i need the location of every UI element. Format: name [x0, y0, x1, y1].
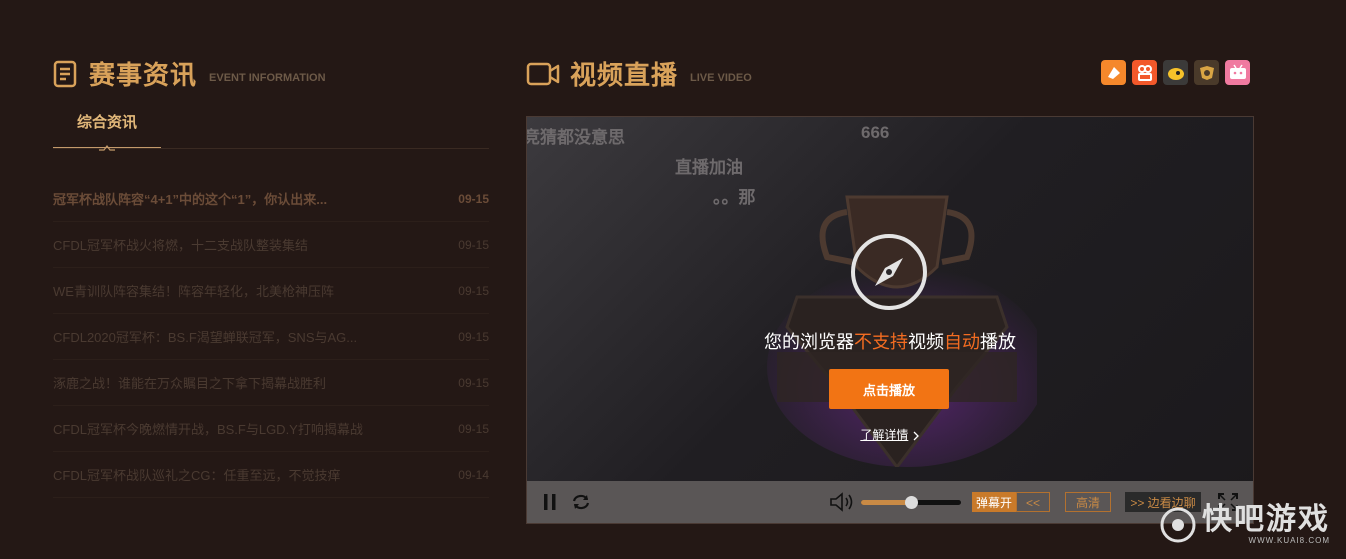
news-item-date: 09-15 — [458, 237, 489, 252]
notice-highlight: 不支持 — [854, 332, 908, 352]
news-item-title[interactable]: WE青训队阵容集结！阵容年轻化，北美枪神压阵 — [53, 281, 334, 300]
video-title: 视频直播 — [570, 60, 679, 90]
autoplay-notice: 您的浏览器不支持视频自动播放 — [527, 328, 1253, 354]
news-item-title[interactable]: 冠军杯战队阵容“4+1”中的这个“1”，你认出来... — [53, 189, 327, 208]
news-item[interactable]: 冠军杯战队阵容“4+1”中的这个“1”，你认出来... 09-15 — [53, 176, 489, 222]
notice-text: 您的浏览器 — [764, 332, 854, 352]
quality-button[interactable]: 高清 — [1065, 492, 1111, 512]
news-list: 冠军杯战队阵容“4+1”中的这个“1”，你认出来... 09-15 CFDL冠军… — [53, 176, 489, 498]
bilibili-icon[interactable] — [1225, 60, 1250, 85]
volume-slider-knob[interactable] — [905, 496, 918, 509]
news-item[interactable]: CFDL2020冠军杯：BS.F渴望蝉联冠军，SNS与AG... 09-15 — [53, 314, 489, 360]
huya-icon[interactable] — [1101, 60, 1126, 85]
site-watermark: 快吧游戏 WWW.KUAI8.COM — [1158, 504, 1330, 545]
click-to-play-button[interactable]: 点击播放 — [829, 369, 949, 409]
tab-general-news[interactable]: 综合资讯 — [53, 110, 161, 151]
news-item[interactable]: CFDL冠军杯战火将燃，十二支战队整装集结 09-15 — [53, 222, 489, 268]
trophy-background-image — [767, 195, 1037, 467]
notice-highlight: 自动 — [944, 332, 980, 352]
news-item-date: 09-15 — [458, 191, 489, 206]
compass-icon — [851, 234, 927, 310]
news-item-date: 09-15 — [458, 329, 489, 344]
watermark-logo-icon — [1160, 507, 1196, 542]
news-item[interactable]: 涿鹿之战！谁能在万众瞩目之下拿下揭幕战胜利 09-15 — [53, 360, 489, 406]
news-title: 赛事资讯 — [89, 60, 198, 90]
kuaishou-icon[interactable] — [1132, 60, 1157, 85]
pause-icon[interactable] — [541, 493, 559, 511]
news-item-date: 09-15 — [458, 375, 489, 390]
news-item[interactable]: CFDL冠军杯战队巡礼之CG：任重至远，不觉技痒 09-14 — [53, 452, 489, 498]
news-item-title[interactable]: 涿鹿之战！谁能在万众瞩目之下拿下揭幕战胜利 — [53, 373, 326, 392]
news-item-date: 09-15 — [458, 283, 489, 298]
volume-slider[interactable] — [861, 496, 961, 509]
news-item-title[interactable]: CFDL冠军杯今晚燃情开战，BS.F与LGD.Y打响揭幕战 — [53, 419, 363, 438]
news-tabs: 综合资讯 — [53, 110, 489, 151]
danmu-comment: 直播加油 — [675, 158, 743, 177]
news-item-title[interactable]: CFDL冠军杯战火将燃，十二支战队整装集结 — [53, 235, 308, 254]
news-icon — [53, 60, 77, 87]
news-item-title[interactable]: CFDL冠军杯战队巡礼之CG：任重至远，不觉技痒 — [53, 465, 340, 484]
refresh-icon[interactable] — [571, 493, 591, 511]
danmu-comment: 666 — [861, 123, 890, 142]
video-player[interactable]: 竞猜都没意思 666 直播加油 。。那 您的浏览器不支持视频自动播放 点击播放 … — [526, 116, 1254, 524]
chevron-right-icon — [913, 431, 919, 441]
douyu-icon[interactable] — [1163, 60, 1188, 85]
danmu-toggle-button[interactable]: 弹幕开 — [972, 492, 1016, 512]
news-item-date: 09-15 — [458, 421, 489, 436]
news-item-title[interactable]: CFDL2020冠军杯：BS.F渴望蝉联冠军，SNS与AG... — [53, 327, 357, 346]
video-subtitle: LIVE VIDEO — [690, 71, 752, 84]
platform-links — [1101, 60, 1250, 85]
news-item-date: 09-14 — [458, 467, 489, 482]
news-section-header: 赛事资讯 EVENT INFORMATION — [53, 55, 326, 92]
notice-text: 视频 — [908, 332, 944, 352]
learn-more-link[interactable]: 了解详情 — [527, 426, 1253, 443]
news-item[interactable]: CFDL冠军杯今晚燃情开战，BS.F与LGD.Y打响揭幕战 09-15 — [53, 406, 489, 452]
notice-text: 播放 — [980, 332, 1016, 352]
news-subtitle: EVENT INFORMATION — [209, 71, 326, 84]
tab-general-news-label: 综合资讯 — [76, 114, 137, 131]
tab-active-marker-icon — [99, 145, 115, 151]
volume-slider-fill — [861, 500, 911, 505]
watermark-text: 快吧游戏 — [1202, 503, 1330, 536]
danmu-comment: 竞猜都没意思 — [526, 128, 625, 147]
volume-icon[interactable] — [829, 492, 855, 512]
video-camera-icon — [526, 62, 560, 85]
learn-more-label: 了解详情 — [860, 428, 909, 442]
video-section-header: 视频直播 LIVE VIDEO — [526, 55, 752, 92]
news-item[interactable]: WE青训队阵容集结！阵容年轻化，北美枪神压阵 09-15 — [53, 268, 489, 314]
watermark-url: WWW.KUAI8.COM — [1248, 536, 1330, 545]
player-controls: 弹幕开 << 高清 >> 边看边聊 — [527, 481, 1253, 523]
danmu-collapse-button[interactable]: << — [1016, 492, 1050, 512]
danmu-comment: 。。那 — [713, 188, 756, 207]
egame-icon[interactable] — [1194, 60, 1219, 85]
